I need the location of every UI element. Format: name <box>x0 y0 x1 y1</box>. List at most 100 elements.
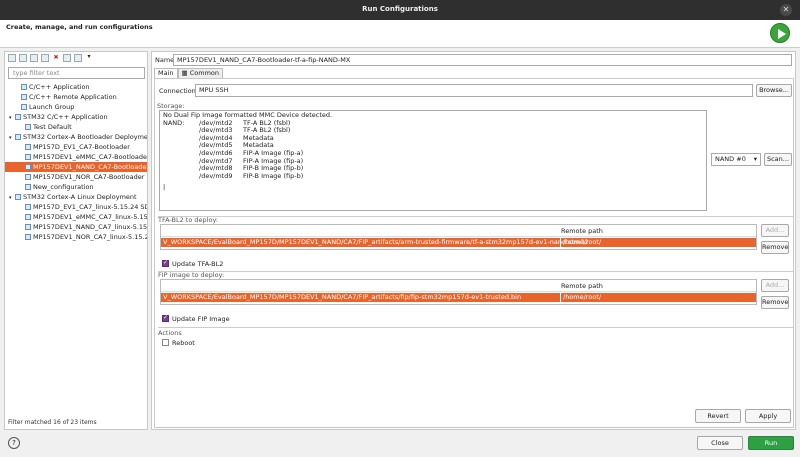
tree-item-label: C/C++ Remote Application <box>29 93 117 101</box>
help-icon[interactable]: ? <box>8 437 20 449</box>
tfa-remove-button[interactable]: Remove <box>761 241 789 254</box>
new-config-icon[interactable] <box>8 54 16 62</box>
tree-item[interactable]: Test Default <box>5 122 147 132</box>
tab-bar: Main ▦ Common <box>154 68 224 78</box>
tab-common-label: Common <box>189 69 220 77</box>
window-title: Run Configurations <box>362 5 438 13</box>
table-row[interactable]: V_WORKSPACE/EvalBoard_MP157D/MP157DEV1_N… <box>161 238 756 247</box>
tree-item[interactable]: MP157D_EV1_CA7_linux-5.15.24 SDCard <box>5 202 147 212</box>
fip-add-button[interactable]: Add... <box>761 279 789 292</box>
apply-button[interactable]: Apply <box>745 409 791 423</box>
tfa-table-header: Remote path <box>161 225 756 237</box>
tree-item-label: MP157DEV1_NAND_CA7-Bootloader <box>33 163 147 171</box>
tree-item[interactable]: MP157DEV1_eMMC_CA7-Bootloader-tf- <box>5 152 147 162</box>
reboot-label: Reboot <box>172 339 195 347</box>
fip-table-header: Remote path <box>161 280 756 292</box>
tree-item[interactable]: C/C++ Remote Application <box>5 92 147 102</box>
fip-table[interactable]: Remote path V_WORKSPACE/EvalBoard_MP157D… <box>160 279 757 305</box>
connection-field[interactable]: MPU SSH <box>195 84 753 97</box>
tree-item[interactable]: MP157DEV1_eMMC_CA7_linux-5.15.24 E <box>5 212 147 222</box>
tree-item[interactable]: MP157DEV1_NAND_CA7_linux-5.15.24 N <box>5 222 147 232</box>
collapse-all-icon[interactable] <box>63 54 71 62</box>
filter-icon[interactable] <box>74 54 82 62</box>
actions-group: Actions Reboot <box>158 327 794 347</box>
revert-button[interactable]: Revert <box>695 409 741 423</box>
storage-cell: /dev/mtd9 <box>199 171 233 180</box>
run-icon <box>770 23 790 43</box>
tree-item[interactable]: MP157DEV1_NOR_CA7_linux-5.15.24 NO <box>5 232 147 242</box>
tab-common[interactable]: ▦ Common <box>177 68 224 78</box>
config-detail-panel: Name: MP157DEV1_NAND_CA7-Bootloader-tf-a… <box>151 51 796 430</box>
duplicate-icon[interactable] <box>41 54 49 62</box>
tree-item[interactable]: ▾ STM32 C/C++ Application <box>5 112 147 122</box>
export-icon[interactable] <box>30 54 38 62</box>
config-type-icon <box>25 164 31 170</box>
run-button[interactable]: Run <box>748 436 794 450</box>
column-separator <box>560 293 561 302</box>
tab-main[interactable]: Main <box>154 68 178 78</box>
update-tfa-checkbox[interactable] <box>162 259 169 267</box>
remote-path-header: Remote path <box>561 282 603 290</box>
name-input[interactable]: MP157DEV1_NAND_CA7-Bootloader-tf-a-fip-N… <box>173 54 792 66</box>
storage-text: No Dual Fip Image formatted MMC Device d… <box>159 110 707 211</box>
delete-icon[interactable]: ✖ <box>52 54 60 62</box>
dialog-header: Create, manage, and run configurations <box>0 20 800 48</box>
tree-item[interactable]: ▾ STM32 Cortex-A Linux Deployment <box>5 192 147 202</box>
fip-label: FIP image to deploy: <box>158 271 225 279</box>
tfa-remote-path: /home/root/ <box>563 238 602 246</box>
browse-button[interactable]: Browse... <box>756 84 792 97</box>
config-tree: C/C++ Application C/C++ Remote Applicatio… <box>5 82 147 242</box>
scan-button[interactable]: Scan... <box>764 153 792 166</box>
tree-item-label: STM32 Cortex-A Bootloader Deployment <box>23 133 147 141</box>
config-type-icon <box>15 134 21 140</box>
connection-label: Connection: <box>159 87 198 95</box>
config-type-icon <box>15 114 21 120</box>
tree-item[interactable]: Launch Group <box>5 102 147 112</box>
table-row[interactable]: V_WORKSPACE/EvalBoard_MP157D/MP157DEV1_N… <box>161 293 756 302</box>
tree-item[interactable]: ▾ STM32 Cortex-A Bootloader Deployment <box>5 132 147 142</box>
config-type-icon <box>25 154 31 160</box>
close-icon[interactable]: ✕ <box>780 4 792 16</box>
fip-remove-button[interactable]: Remove <box>761 296 789 309</box>
tree-item-label: C/C++ Application <box>29 83 90 91</box>
title-bar: Run Configurations ✕ <box>0 0 800 20</box>
config-type-icon <box>25 124 31 130</box>
reboot-checkbox[interactable] <box>162 339 169 346</box>
tree-item-label: MP157DEV1_NOR_CA7-Bootloader <box>33 173 145 181</box>
tree-item-label: Launch Group <box>29 103 75 111</box>
tree-item[interactable]: MP157DEV1_NAND_CA7-Bootloader <box>5 162 147 172</box>
tree-item[interactable]: MP157DEV1_NOR_CA7-Bootloader <box>5 172 147 182</box>
storage-row: /dev/mtd9 FIP-B Image (fip-b) <box>163 171 703 181</box>
tfa-group: TFA-BL2 to deploy: Remote path V_WORKSPA… <box>158 216 794 268</box>
tree-item-label: MP157D_EV1_CA7_linux-5.15.24 SDCard <box>33 203 147 211</box>
config-type-icon <box>25 224 31 230</box>
header-text: Create, manage, and run configurations <box>6 23 153 31</box>
config-type-icon <box>25 174 31 180</box>
tfa-path: V_WORKSPACE/EvalBoard_MP157D/MP157DEV1_N… <box>163 238 589 246</box>
update-fip-label: Update FIP Image <box>172 315 230 323</box>
storage-cell: FIP-B Image (fip-b) <box>243 171 304 180</box>
tree-item-label: Test Default <box>33 123 72 131</box>
tree-item[interactable]: New_configuration <box>5 182 147 192</box>
tree-item-label: STM32 C/C++ Application <box>23 113 108 121</box>
nand-select-value: NAND #0 <box>715 155 746 163</box>
tree-item[interactable]: MP157D_EV1_CA7-Bootloader <box>5 142 147 152</box>
tfa-table[interactable]: Remote path V_WORKSPACE/EvalBoard_MP157D… <box>160 224 757 250</box>
column-separator <box>560 238 561 247</box>
tree-item-label: MP157D_EV1_CA7-Bootloader <box>33 143 130 151</box>
tree-item-label: New_configuration <box>33 183 94 191</box>
tfa-add-button[interactable]: Add... <box>761 224 789 237</box>
storage-rows: NAND:/dev/mtd2 TF-A BL2 (fsbl)/dev/mtd3 TF… <box>163 119 703 181</box>
common-icon: ▦ <box>181 69 190 77</box>
filter-input[interactable]: type filter text <box>8 67 145 79</box>
new-prototype-icon[interactable] <box>19 54 27 62</box>
actions-label: Actions <box>158 329 182 337</box>
tree-item-label: MP157DEV1_eMMC_CA7-Bootloader-tf- <box>33 153 147 161</box>
config-type-icon <box>25 184 31 190</box>
chevron-down-icon[interactable]: ▾ <box>85 54 93 62</box>
tree-item[interactable]: C/C++ Application <box>5 82 147 92</box>
text-cursor: | <box>163 183 166 192</box>
update-fip-checkbox[interactable] <box>162 314 169 322</box>
close-button[interactable]: Close <box>697 436 743 450</box>
nand-select[interactable]: NAND #0 ▾ <box>711 153 761 166</box>
